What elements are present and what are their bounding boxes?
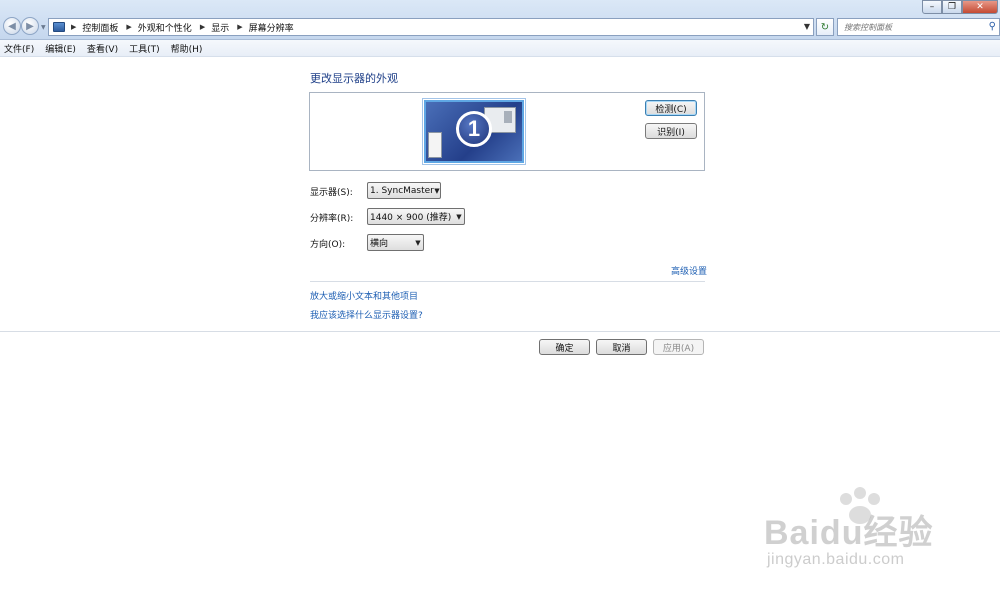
- menu-help[interactable]: 帮助(H): [171, 42, 203, 55]
- breadcrumb-separator-icon: ▶: [71, 23, 77, 31]
- page-title: 更改显示器的外观: [310, 72, 398, 85]
- refresh-icon: ↻: [820, 21, 830, 33]
- watermark-brand: Baidu经验: [764, 505, 933, 554]
- footer-divider: [0, 331, 1000, 332]
- menu-edit[interactable]: 编辑(E): [45, 42, 76, 55]
- breadcrumb-control-panel[interactable]: 控制面板: [82, 21, 118, 34]
- advanced-settings-link[interactable]: 高级设置: [671, 264, 707, 277]
- control-panel-icon: [53, 22, 65, 32]
- section-divider: [310, 281, 705, 282]
- restore-icon: ❐: [947, 2, 957, 12]
- window-controls: – ❐ ✕: [922, 0, 998, 14]
- menu-file[interactable]: 文件(F): [4, 42, 34, 55]
- menu-bar: 文件(F) 编辑(E) 查看(V) 工具(T) 帮助(H): [0, 40, 1000, 57]
- detect-button[interactable]: 检测(C): [645, 100, 697, 116]
- monitor-number-badge: 1: [456, 111, 492, 147]
- chevron-down-icon: ▼: [434, 186, 440, 195]
- display-settings-help-link[interactable]: 我应该选择什么显示器设置?: [310, 308, 423, 321]
- search-box[interactable]: ⚲: [837, 18, 1000, 36]
- chevron-down-icon: ▼: [415, 238, 421, 247]
- search-input[interactable]: [844, 21, 984, 33]
- minimize-button[interactable]: –: [922, 0, 942, 14]
- orientation-label: 方向(O):: [310, 240, 346, 250]
- display-label: 显示器(S):: [310, 188, 353, 198]
- menu-tools[interactable]: 工具(T): [129, 42, 160, 55]
- breadcrumb-screen-resolution[interactable]: 屏幕分辨率: [249, 21, 294, 34]
- watermark-brand-part2: du: [819, 514, 864, 552]
- breadcrumb-separator-icon: ▶: [237, 23, 243, 31]
- breadcrumb-appearance[interactable]: 外观和个性化: [138, 21, 192, 34]
- breadcrumb: ▶ 控制面板 ▶ 外观和个性化 ▶ 显示 ▶ 屏幕分辨率: [71, 21, 302, 34]
- refresh-button[interactable]: ↻: [816, 18, 834, 36]
- baidu-jingyan-watermark: Baidu经验 jingyan.baidu.com: [764, 485, 954, 575]
- title-address-bar: ◀ ▶ ▼ ▶ 控制面板 ▶ 外观和个性化 ▶ 显示 ▶ 屏幕分辨率 ▼ ↻ ⚲…: [0, 0, 1000, 40]
- breadcrumb-separator-icon: ▶: [199, 23, 206, 31]
- restore-button[interactable]: ❐: [942, 0, 962, 14]
- cancel-button[interactable]: 取消: [596, 339, 647, 355]
- orientation-select-value: 横向: [370, 239, 389, 249]
- identify-button[interactable]: 识别(I): [645, 123, 697, 139]
- back-button[interactable]: ◀: [3, 17, 21, 35]
- close-icon: ✕: [976, 2, 984, 12]
- orientation-select[interactable]: 横向 ▼: [367, 234, 424, 251]
- breadcrumb-separator-icon: ▶: [126, 23, 132, 31]
- recent-pages-dropdown[interactable]: ▼: [41, 24, 46, 31]
- apply-button[interactable]: 应用(A): [653, 339, 704, 355]
- resolution-select-value: 1440 × 900 (推荐): [370, 213, 452, 223]
- ok-button[interactable]: 确定: [539, 339, 590, 355]
- minimize-icon: –: [929, 2, 935, 12]
- close-button[interactable]: ✕: [962, 0, 998, 14]
- resolution-label: 分辨率(R):: [310, 214, 354, 224]
- watermark-brand-part1: Bai: [764, 514, 820, 552]
- address-bar[interactable]: ▶ 控制面板 ▶ 外观和个性化 ▶ 显示 ▶ 屏幕分辨率 ▼: [48, 18, 814, 36]
- forward-arrow-icon: ▶: [26, 20, 34, 32]
- breadcrumb-display[interactable]: 显示: [211, 21, 229, 34]
- back-arrow-icon: ◀: [8, 20, 16, 32]
- monitor-1-thumbnail[interactable]: 1: [424, 100, 524, 163]
- forward-button[interactable]: ▶: [21, 17, 39, 35]
- monitor-preview-panel: 1 检测(C) 识别(I): [309, 92, 705, 171]
- display-select[interactable]: 1. SyncMaster ▼: [367, 182, 441, 199]
- address-dropdown-icon[interactable]: ▼: [804, 22, 810, 31]
- watermark-brand-cn: 经验: [863, 514, 934, 552]
- display-select-value: 1. SyncMaster: [370, 185, 434, 196]
- text-size-link[interactable]: 放大或缩小文本和其他项目: [310, 289, 418, 302]
- watermark-site: jingyan.baidu.com: [767, 551, 905, 568]
- menu-view[interactable]: 查看(V): [87, 42, 118, 55]
- search-icon[interactable]: ⚲: [989, 21, 996, 32]
- chevron-down-icon: ▼: [456, 212, 462, 221]
- resolution-select[interactable]: 1440 × 900 (推荐) ▼: [367, 208, 465, 225]
- window-thumbnail-icon: [428, 132, 442, 158]
